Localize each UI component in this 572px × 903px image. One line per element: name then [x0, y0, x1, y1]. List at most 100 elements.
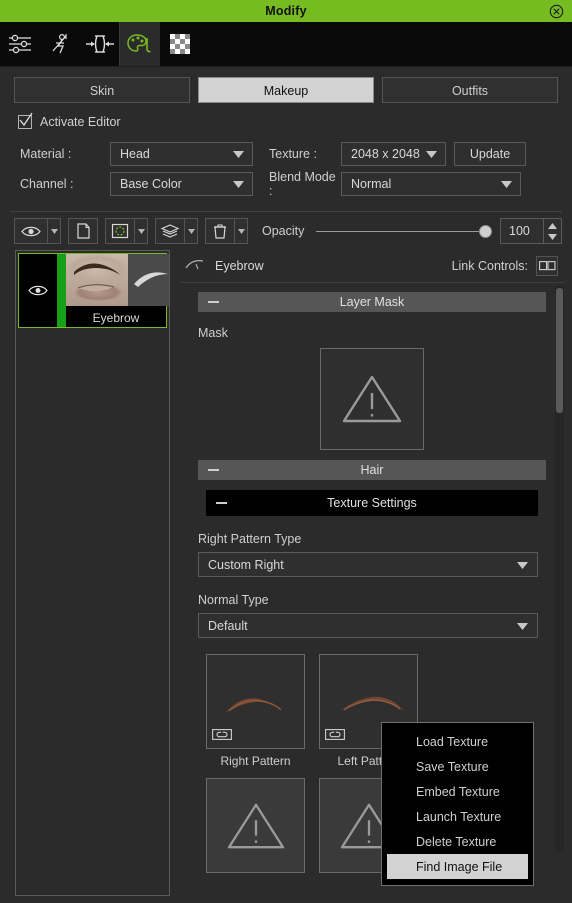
warning-triangle-icon: [227, 803, 284, 848]
collapse-icon: [216, 502, 227, 504]
normal-type-label: Normal Type: [198, 593, 269, 607]
texture-label: Texture :: [269, 147, 317, 161]
right-pattern-type-value: Custom Right: [208, 557, 284, 572]
title-bar: Modify: [0, 0, 572, 22]
normal-type-select[interactable]: Default: [198, 613, 538, 638]
chain-link-icon: [212, 729, 232, 743]
collapse-icon: [208, 301, 219, 303]
right-pattern-type-label: Right Pattern Type: [198, 532, 302, 546]
material-row: Material : Head Texture : 2048 x 2048 Up…: [20, 139, 558, 169]
chevron-down-icon: [426, 147, 437, 161]
opacity-input[interactable]: 100: [500, 218, 544, 244]
layer-mask-dropdown[interactable]: [135, 218, 148, 244]
layer-name: Eyebrow: [92, 311, 140, 325]
opacity-stepper: 100: [500, 218, 562, 244]
right-pattern-type-select[interactable]: Custom Right: [198, 552, 538, 577]
properties-title: Eyebrow: [215, 259, 264, 273]
window-title: Modify: [265, 4, 307, 18]
sliders-icon[interactable]: [0, 22, 40, 66]
material-form: Material : Head Texture : 2048 x 2048 Up…: [0, 135, 572, 207]
toolbar-filler: [200, 22, 572, 66]
mask-label: Mask: [198, 326, 228, 340]
section-hair-label: Hair: [360, 463, 384, 477]
modify-window: Modify Skin Makeup Outfits Activate Edit…: [0, 0, 572, 903]
visibility-dropdown[interactable]: [48, 218, 61, 244]
scrollbar-thumb[interactable]: [556, 288, 563, 413]
layer-item-eyebrow[interactable]: Eyebrow: [18, 253, 169, 328]
chevron-down-icon: [233, 147, 244, 161]
right-pattern-cell: Right Pattern: [206, 654, 305, 768]
pattern-placeholder-1[interactable]: [206, 778, 305, 873]
tab-makeup[interactable]: Makeup: [198, 77, 374, 103]
layer-mask-icon[interactable]: [105, 218, 135, 244]
channel-row: Channel : Base Color Blend Mode : Normal: [20, 169, 558, 199]
spinner-down-icon[interactable]: [548, 231, 557, 242]
delete-layer-icon[interactable]: [205, 218, 235, 244]
duplicate-layer-icon[interactable]: [68, 218, 98, 244]
chevron-down-icon: [517, 558, 528, 572]
collapse-icon: [208, 469, 219, 471]
right-pattern-thumbnail[interactable]: [206, 654, 305, 749]
section-tabs: Skin Makeup Outfits: [0, 67, 572, 111]
spinner-up-icon[interactable]: [548, 220, 557, 231]
merge-layers-icon[interactable]: [155, 218, 185, 244]
opacity-slider-handle[interactable]: [479, 224, 492, 238]
menu-item-save-texture[interactable]: Save Texture: [382, 754, 533, 779]
section-layer-mask-label: Layer Mask: [339, 295, 405, 309]
section-texture-settings-label: Texture Settings: [327, 496, 417, 510]
activate-editor-checkbox[interactable]: [18, 112, 33, 129]
icon-toolbar: [0, 22, 572, 67]
section-texture-settings[interactable]: Texture Settings: [206, 490, 538, 516]
activate-editor-row: Activate Editor: [0, 111, 572, 135]
menu-item-load-texture[interactable]: Load Texture: [382, 729, 533, 754]
menu-item-embed-texture[interactable]: Embed Texture: [382, 779, 533, 804]
update-button[interactable]: Update: [454, 142, 526, 166]
properties-scrollbar[interactable]: [555, 286, 564, 852]
constrain-icon[interactable]: [80, 22, 120, 66]
blend-mode-value: Normal: [351, 177, 392, 191]
layer-mask-thumbnail: [128, 254, 169, 306]
chevron-down-icon: [501, 177, 512, 191]
section-hair[interactable]: Hair: [198, 460, 546, 480]
tab-outfits[interactable]: Outfits: [382, 77, 558, 103]
channel-label: Channel :: [20, 177, 74, 191]
texture-size-value: 2048 x 2048: [351, 147, 420, 161]
palette-icon[interactable]: [120, 22, 160, 66]
eyebrow-icon: [184, 257, 206, 276]
channel-select[interactable]: Base Color: [110, 172, 253, 196]
layer-list: Eyebrow: [15, 250, 170, 896]
material-label: Material :: [20, 147, 72, 161]
menu-item-delete-texture[interactable]: Delete Texture: [382, 829, 533, 854]
merge-layers-dropdown[interactable]: [185, 218, 198, 244]
tab-skin[interactable]: Skin: [14, 77, 190, 103]
layer-thumbnail-preview: [66, 254, 128, 306]
layer-thumbnails: Eyebrow: [66, 254, 169, 327]
close-circle-icon[interactable]: [548, 3, 564, 19]
activate-editor-label: Activate Editor: [40, 115, 121, 129]
opacity-spinner-arrows: [544, 218, 562, 244]
texture-size-select[interactable]: 2048 x 2048: [341, 142, 446, 166]
section-layer-mask[interactable]: Layer Mask: [198, 292, 546, 312]
normal-type-value: Default: [208, 618, 248, 633]
warning-triangle-icon: [342, 375, 402, 423]
right-pattern-caption: Right Pattern: [220, 754, 291, 768]
layer-color-bar: [57, 254, 66, 327]
checkerboard-icon[interactable]: [160, 22, 200, 66]
delete-layer-dropdown[interactable]: [235, 218, 248, 244]
layer-visibility-toggle[interactable]: [19, 254, 57, 327]
chevron-down-icon: [517, 619, 528, 633]
link-controls-label: Link Controls:: [451, 259, 528, 273]
opacity-slider[interactable]: [316, 222, 492, 240]
menu-item-launch-texture[interactable]: Launch Texture: [382, 804, 533, 829]
channel-value: Base Color: [120, 177, 182, 191]
visibility-eye-icon[interactable]: [14, 218, 48, 244]
mask-thumbnail[interactable]: [320, 348, 424, 450]
menu-item-find-image-file[interactable]: Find Image File: [387, 854, 528, 879]
blend-mode-select[interactable]: Normal: [341, 172, 521, 196]
material-select[interactable]: Head: [110, 142, 253, 166]
link-controls-icon[interactable]: [536, 256, 558, 276]
layer-toolbar: Opacity 100: [0, 212, 572, 250]
properties-header: Eyebrow Link Controls:: [180, 250, 564, 283]
pose-figure-icon[interactable]: [40, 22, 80, 66]
chevron-down-icon: [233, 177, 244, 191]
